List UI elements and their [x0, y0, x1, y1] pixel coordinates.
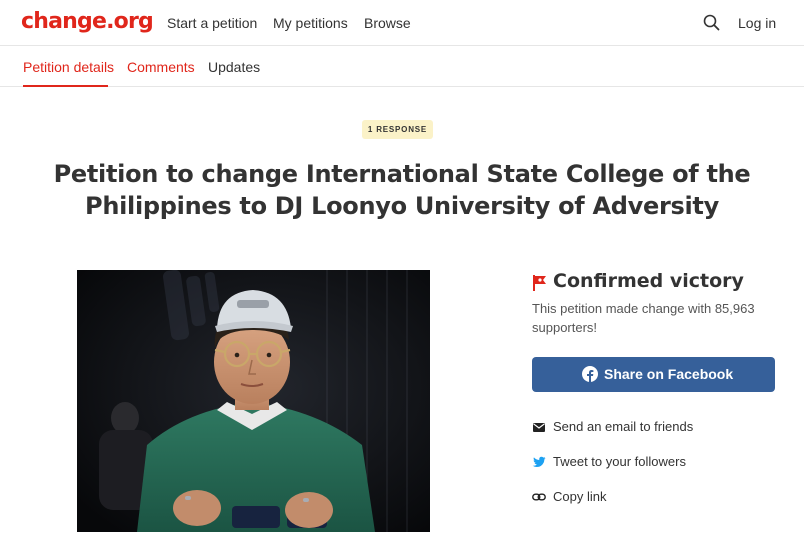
twitter-icon [532, 455, 546, 469]
share-twitter-link[interactable]: Tweet to your followers [532, 453, 702, 473]
victory-title: Confirmed victory [553, 270, 744, 292]
copy-link-button[interactable]: Copy link [532, 488, 622, 508]
search-icon[interactable] [702, 13, 722, 33]
share-twitter-label: Tweet to your followers [553, 454, 686, 469]
active-tab-indicator [23, 85, 108, 87]
response-badge[interactable]: 1 RESPONSE [362, 120, 433, 139]
tab-petition-details[interactable]: Petition details [23, 59, 114, 75]
tab-updates[interactable]: Updates [208, 59, 260, 75]
nav-start-petition[interactable]: Start a petition [167, 15, 257, 31]
share-facebook-button[interactable]: Share on Facebook [532, 357, 775, 392]
share-facebook-label: Share on Facebook [604, 366, 734, 382]
victory-description: This petition made change with 85,963 su… [532, 301, 755, 335]
copy-link-label: Copy link [553, 489, 607, 504]
change-org-logo[interactable]: change.org [21, 9, 154, 34]
share-email-label: Send an email to friends [553, 419, 694, 434]
link-icon [532, 490, 546, 504]
share-email-link[interactable]: Send an email to friends [532, 418, 707, 438]
petition-tabs: Petition details Comments Updates [0, 47, 804, 87]
top-nav: change.org Start a petition My petitions… [0, 0, 804, 46]
facebook-icon [582, 366, 598, 382]
nav-browse[interactable]: Browse [364, 15, 411, 31]
envelope-icon [532, 420, 546, 434]
login-link[interactable]: Log in [738, 15, 776, 31]
petition-title: Petition to change International State C… [53, 160, 751, 220]
nav-my-petitions[interactable]: My petitions [273, 15, 348, 31]
victory-flag-icon [532, 274, 548, 292]
tab-comments[interactable]: Comments [127, 59, 195, 75]
petition-photo [77, 270, 430, 532]
